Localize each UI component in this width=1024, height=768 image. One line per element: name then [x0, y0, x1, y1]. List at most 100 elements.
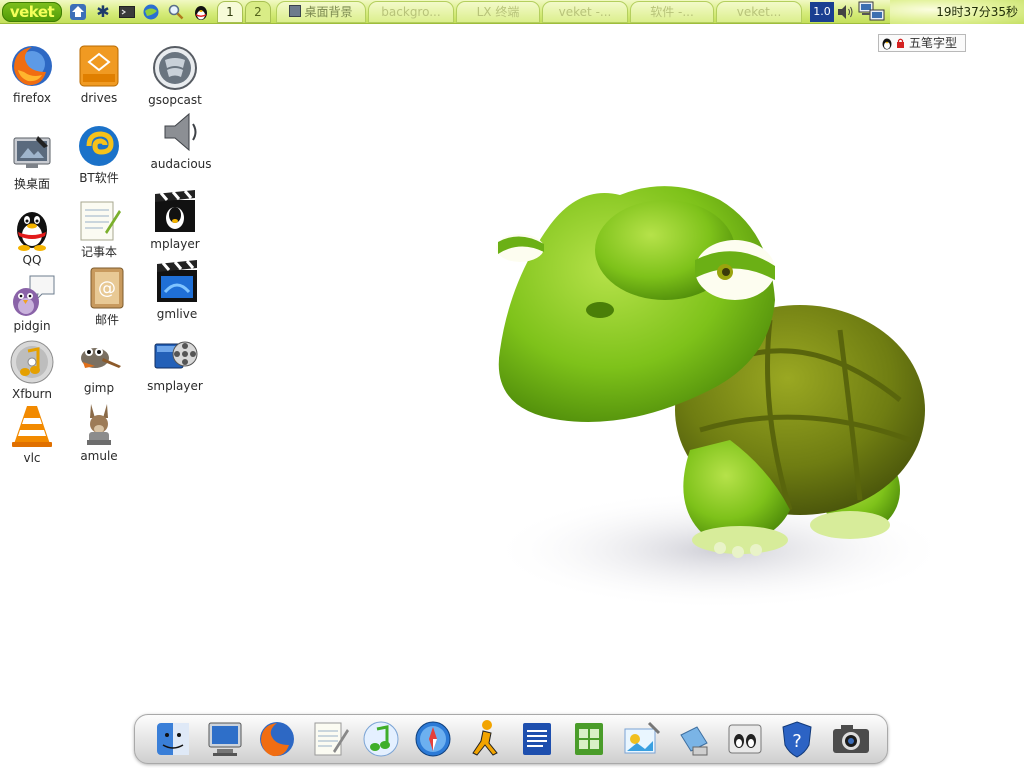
desktop-icon-mplayer[interactable]: mplayer [140, 188, 210, 251]
desktop-icon-label: 换桌面 [13, 177, 50, 191]
input-method-indicator[interactable]: 五笔字型 [878, 34, 966, 52]
task-lx-terminal[interactable]: LX 终端 [456, 1, 540, 23]
dock-firefox[interactable] [255, 717, 299, 761]
desktop-icon-gsopcast[interactable]: gsopcast [140, 44, 210, 107]
qq-penguin-icon[interactable] [191, 2, 211, 22]
browser-globe-icon[interactable] [141, 2, 161, 22]
desktop-icon-gmlive[interactable]: gmlive [142, 258, 212, 321]
speaker-icon [164, 112, 197, 152]
monitor-icon [208, 722, 242, 756]
desktop-icon-label: gsopcast [148, 93, 202, 107]
desktop-icon-label: mplayer [150, 237, 200, 251]
svg-text:@: @ [98, 278, 116, 299]
pidgin-icon [13, 275, 55, 316]
task-veket-2[interactable]: veket... [716, 1, 802, 23]
terminal-icon[interactable] [117, 2, 137, 22]
task-label: 桌面背景 [304, 5, 353, 19]
amule-icon [87, 404, 111, 445]
svg-text:✱: ✱ [96, 2, 109, 21]
desktop-icon-mail[interactable]: @ 邮件 [72, 264, 142, 327]
firefox-icon [260, 722, 294, 757]
dock-aim[interactable] [463, 717, 507, 761]
vlc-icon [12, 406, 52, 447]
dock-safari[interactable] [411, 717, 455, 761]
camera-icon [833, 725, 869, 753]
workspace-2[interactable]: 2 [245, 1, 271, 23]
gimp-icon [81, 348, 121, 368]
ime-label: 五笔字型 [909, 36, 958, 50]
drives-icon [79, 45, 119, 87]
dock-text-editor[interactable] [307, 717, 351, 761]
qq-icon [17, 212, 47, 251]
dock-security[interactable]: ? [775, 717, 819, 761]
dock-linux-settings[interactable] [723, 717, 767, 761]
dock-image-editor[interactable] [619, 717, 663, 761]
start-menu-button[interactable]: veket [2, 2, 62, 22]
desktop-icon-label: 记事本 [80, 245, 117, 259]
desktop-icon-label: drives [80, 91, 118, 105]
desktop-icon-smplayer[interactable]: smplayer [140, 330, 210, 393]
desktop-screen: veket ✱ 1 2 桌面背景 backgro... LX 终端 veket … [0, 0, 1024, 768]
desktop-icon-bittorrent[interactable]: BT软件 [64, 122, 134, 185]
dock-document[interactable] [515, 717, 559, 761]
xfburn-icon [10, 340, 54, 384]
desktop-icon-gimp[interactable]: gimp [64, 332, 134, 395]
finder-icon [157, 723, 189, 755]
usb-icon [680, 726, 708, 756]
desktop-icon-label: vlc [23, 451, 41, 465]
top-taskbar: veket ✱ 1 2 桌面背景 backgro... LX 终端 veket … [0, 0, 1024, 24]
dock-spreadsheet[interactable] [567, 717, 611, 761]
volume-icon[interactable] [836, 3, 856, 21]
dock-camera[interactable] [829, 717, 873, 761]
settings-star-icon[interactable]: ✱ [93, 2, 113, 22]
dock-finder[interactable] [151, 717, 195, 761]
mail-icon: @ [90, 267, 124, 309]
text-editor-icon [314, 722, 349, 756]
task-veket-1[interactable]: veket -... [542, 1, 628, 23]
dock-usb[interactable] [671, 717, 715, 761]
bittorrent-icon [79, 126, 119, 166]
desktop-icon-wallpaper-changer[interactable]: 换桌面 [0, 128, 67, 191]
find-icon[interactable] [166, 2, 186, 22]
svg-text:?: ? [792, 731, 802, 752]
desktop-icon-qq[interactable]: QQ [0, 204, 67, 267]
desktop-icon-label: audacious [150, 157, 212, 171]
smplayer-icon [154, 341, 198, 369]
spreadsheet-icon [575, 723, 603, 755]
application-dock: ? [134, 714, 888, 764]
wallpaper-changer-icon [13, 136, 51, 168]
desktop-icon-pidgin[interactable]: pidgin [0, 270, 67, 333]
firefox-icon [12, 46, 52, 86]
document-icon [523, 723, 551, 755]
gmlive-icon [157, 260, 197, 302]
network-icon[interactable] [858, 1, 886, 23]
security-shield-icon: ? [782, 721, 812, 758]
image-editor-icon [624, 721, 661, 754]
desktop-icon-xfburn[interactable]: Xfburn [0, 338, 67, 401]
window-icon [289, 5, 302, 17]
desktop-icon-label: BT软件 [79, 171, 119, 185]
dock-itunes[interactable] [359, 717, 403, 761]
desktop-icon-firefox[interactable]: firefox [0, 42, 67, 105]
clock[interactable]: 19时37分35秒 [890, 0, 1024, 24]
desktop-icon-label: amule [80, 449, 118, 463]
desktop-icon-audacious[interactable]: audacious [146, 108, 216, 171]
desktop-icon-drives[interactable]: drives [64, 42, 134, 105]
desktop-icon-amule[interactable]: amule [64, 400, 134, 463]
workspace-1[interactable]: 1 [217, 1, 243, 23]
desktop-icon-vlc[interactable]: vlc [0, 402, 67, 465]
mplayer-icon [155, 190, 195, 232]
version-badge: 1.0 [810, 2, 834, 22]
lock-icon [897, 38, 904, 48]
task-background[interactable]: backgro... [368, 1, 454, 23]
linux-settings-icon [728, 724, 762, 754]
desktop-icon-label: firefox [13, 91, 51, 105]
gsopcast-icon [153, 46, 197, 90]
task-software[interactable]: 软件 -... [630, 1, 714, 23]
home-icon[interactable] [68, 2, 88, 22]
desktop-icon-label: gimp [83, 381, 115, 395]
dock-monitor[interactable] [203, 717, 247, 761]
desktop-icon-notepad[interactable]: 记事本 [64, 196, 134, 259]
task-wallpaper[interactable]: 桌面背景 [276, 1, 366, 23]
notepad-icon [80, 201, 121, 241]
